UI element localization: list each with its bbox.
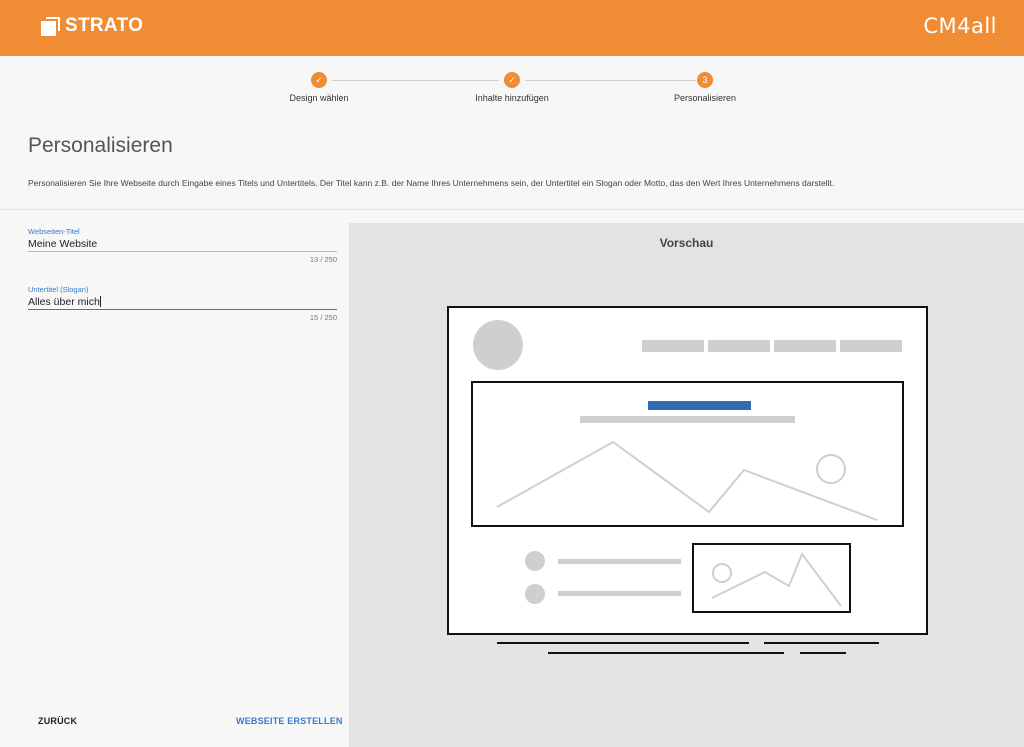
preview-logo-placeholder bbox=[473, 320, 523, 370]
step-number: 3 bbox=[697, 72, 713, 88]
step-label: Inhalte hinzufügen bbox=[475, 93, 549, 103]
preview-list-line bbox=[558, 591, 681, 596]
step-done-check-icon: ✓ bbox=[311, 72, 327, 88]
page-title: Personalisieren bbox=[28, 134, 173, 157]
create-website-button[interactable]: WEBSEITE ERSTELLEN bbox=[236, 716, 343, 726]
character-counter: 15 / 250 bbox=[309, 313, 337, 322]
strato-logo-text: STRATO bbox=[65, 15, 144, 36]
website-title-input[interactable]: Meine Website bbox=[28, 238, 337, 252]
preview-panel: Vorschau bbox=[349, 223, 1024, 747]
cm4all-logo: CM4all bbox=[923, 14, 997, 38]
subtitle-field[interactable]: Untertitel (Slogan) Alles über mich 15 /… bbox=[28, 285, 337, 322]
character-counter: 13 / 250 bbox=[309, 255, 337, 264]
strato-logo: STRATO bbox=[41, 15, 143, 37]
preview-title-bar bbox=[648, 401, 751, 410]
step-design: ✓ Design wählen bbox=[239, 72, 399, 103]
step-label: Design wählen bbox=[289, 93, 349, 103]
back-button[interactable]: ZURÜCK bbox=[38, 716, 77, 726]
preview-nav-item bbox=[642, 340, 704, 352]
preview-list-line bbox=[558, 559, 681, 564]
preview-subtitle-bar bbox=[580, 416, 795, 423]
preview-nav-item bbox=[840, 340, 902, 352]
preview-list-dot bbox=[525, 584, 545, 604]
preview-image-frame bbox=[692, 543, 851, 613]
step-content: ✓ Inhalte hinzufügen bbox=[432, 72, 592, 103]
preview-list-dot bbox=[525, 551, 545, 571]
strato-logo-icon bbox=[41, 16, 60, 36]
preview-nav-item bbox=[708, 340, 770, 352]
subtitle-input[interactable]: Alles über mich bbox=[28, 296, 337, 310]
page-description: Personalisieren Sie Ihre Webseite durch … bbox=[28, 178, 835, 188]
text-cursor bbox=[99, 296, 101, 307]
step-done-check-icon: ✓ bbox=[504, 72, 520, 88]
divider bbox=[0, 209, 1024, 210]
step-personalize: 3 Personalisieren bbox=[625, 72, 785, 103]
preview-nav-item bbox=[774, 340, 836, 352]
step-label: Personalisieren bbox=[673, 93, 737, 103]
website-preview-illustration bbox=[447, 306, 928, 654]
top-bar: STRATO CM4all bbox=[0, 0, 1024, 56]
progress-stepper: ✓ Design wählen ✓ Inhalte hinzufügen 3 P… bbox=[0, 72, 1024, 108]
field-label: Webseiten-Titel bbox=[28, 227, 80, 236]
field-label: Untertitel (Slogan) bbox=[28, 285, 89, 294]
website-title-field[interactable]: Webseiten-Titel Meine Website 13 / 250 bbox=[28, 227, 337, 264]
subtitle-input-value: Alles über mich bbox=[28, 296, 100, 308]
